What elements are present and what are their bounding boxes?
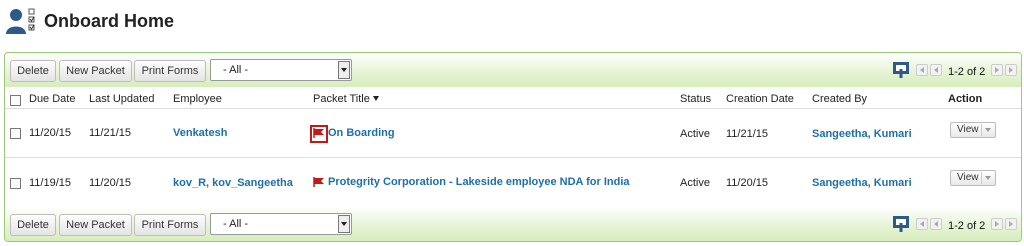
last-updated-cell: 11/21/15 [89, 127, 132, 139]
filter-select-value: - All - [223, 218, 249, 230]
download-tray-icon[interactable] [892, 215, 910, 233]
creation-date-cell: 11/21/15 [726, 128, 769, 140]
chevron-down-icon[interactable] [985, 128, 991, 132]
packet-title-link[interactable]: Protegrity Corporation - Lakeside employ… [328, 176, 630, 188]
flag-icon [313, 177, 325, 187]
delete-button[interactable]: Delete [10, 60, 56, 82]
chevron-down-icon[interactable] [985, 176, 991, 180]
filter-select[interactable]: - All - [210, 213, 352, 235]
view-button-divider [981, 172, 982, 184]
created-by-link[interactable]: Sangeetha, Kumari [812, 128, 912, 140]
top-toolbar: Delete New Packet Print Forms - All - 1-… [5, 53, 1021, 87]
col-action: Action [948, 93, 983, 105]
download-tray-icon[interactable] [892, 61, 910, 79]
print-forms-button[interactable]: Print Forms [134, 214, 206, 236]
col-creation-date[interactable]: Creation Date [726, 93, 794, 105]
created-by-link[interactable]: Sangeetha, Kumari [812, 177, 912, 189]
delete-button[interactable]: Delete [10, 214, 56, 236]
row-checkbox[interactable] [10, 128, 21, 139]
status-cell: Active [680, 128, 710, 140]
employee-link[interactable]: kov_R, kov_Sangeetha [173, 177, 293, 189]
row-checkbox[interactable] [10, 178, 21, 189]
status-cell: Active [680, 177, 710, 189]
print-forms-button[interactable]: Print Forms [134, 60, 206, 82]
page-title: Onboard Home [44, 10, 175, 31]
view-button-label: View [957, 172, 979, 183]
pager-text: 1-2 of 2 [948, 66, 986, 78]
col-status[interactable]: Status [680, 93, 711, 105]
onboard-packets-panel: Delete New Packet Print Forms - All - 1-… [4, 52, 1022, 242]
flag-icon [313, 128, 325, 138]
new-packet-button[interactable]: New Packet [59, 60, 132, 82]
col-employee[interactable]: Employee [173, 93, 222, 105]
filter-select[interactable]: - All - [210, 59, 352, 81]
prev-page-icon[interactable] [930, 64, 942, 76]
new-packet-button[interactable]: New Packet [59, 214, 132, 236]
last-updated-cell: 11/20/15 [89, 177, 132, 189]
header-divider [5, 108, 1021, 109]
first-page-icon[interactable] [916, 218, 928, 230]
due-date-cell: 11/19/15 [29, 177, 72, 189]
col-last-updated[interactable]: Last Updated [89, 93, 154, 105]
col-due-date[interactable]: Due Date [29, 93, 75, 105]
view-button-divider [981, 124, 982, 136]
last-page-icon[interactable] [1005, 218, 1017, 230]
chevron-down-icon [338, 215, 350, 233]
view-button-label: View [957, 124, 979, 135]
sort-down-icon [372, 96, 379, 101]
due-date-cell: 11/20/15 [29, 127, 72, 139]
next-page-icon[interactable] [991, 218, 1003, 230]
col-packet-title-label: Packet Title [313, 93, 370, 105]
next-page-icon[interactable] [991, 64, 1003, 76]
chevron-down-icon [338, 61, 350, 79]
select-all-checkbox[interactable] [10, 95, 21, 106]
first-page-icon[interactable] [916, 64, 928, 76]
bottom-toolbar: Delete New Packet Print Forms - All - 1-… [5, 207, 1021, 241]
prev-page-icon[interactable] [930, 218, 942, 230]
filter-select-value: - All - [223, 64, 249, 76]
last-page-icon[interactable] [1005, 64, 1017, 76]
col-packet-title[interactable]: Packet Title [313, 93, 379, 105]
pager-text: 1-2 of 2 [948, 220, 986, 232]
view-button[interactable]: View [950, 170, 996, 186]
page-header: Onboard Home [4, 4, 174, 38]
view-button[interactable]: View [950, 122, 996, 138]
row-divider [5, 157, 1021, 158]
employee-link[interactable]: Venkatesh [173, 127, 227, 139]
packet-title-link[interactable]: On Boarding [328, 127, 395, 139]
creation-date-cell: 11/20/15 [726, 177, 769, 189]
col-created-by[interactable]: Created By [812, 93, 867, 105]
user-checklist-icon [4, 6, 40, 36]
